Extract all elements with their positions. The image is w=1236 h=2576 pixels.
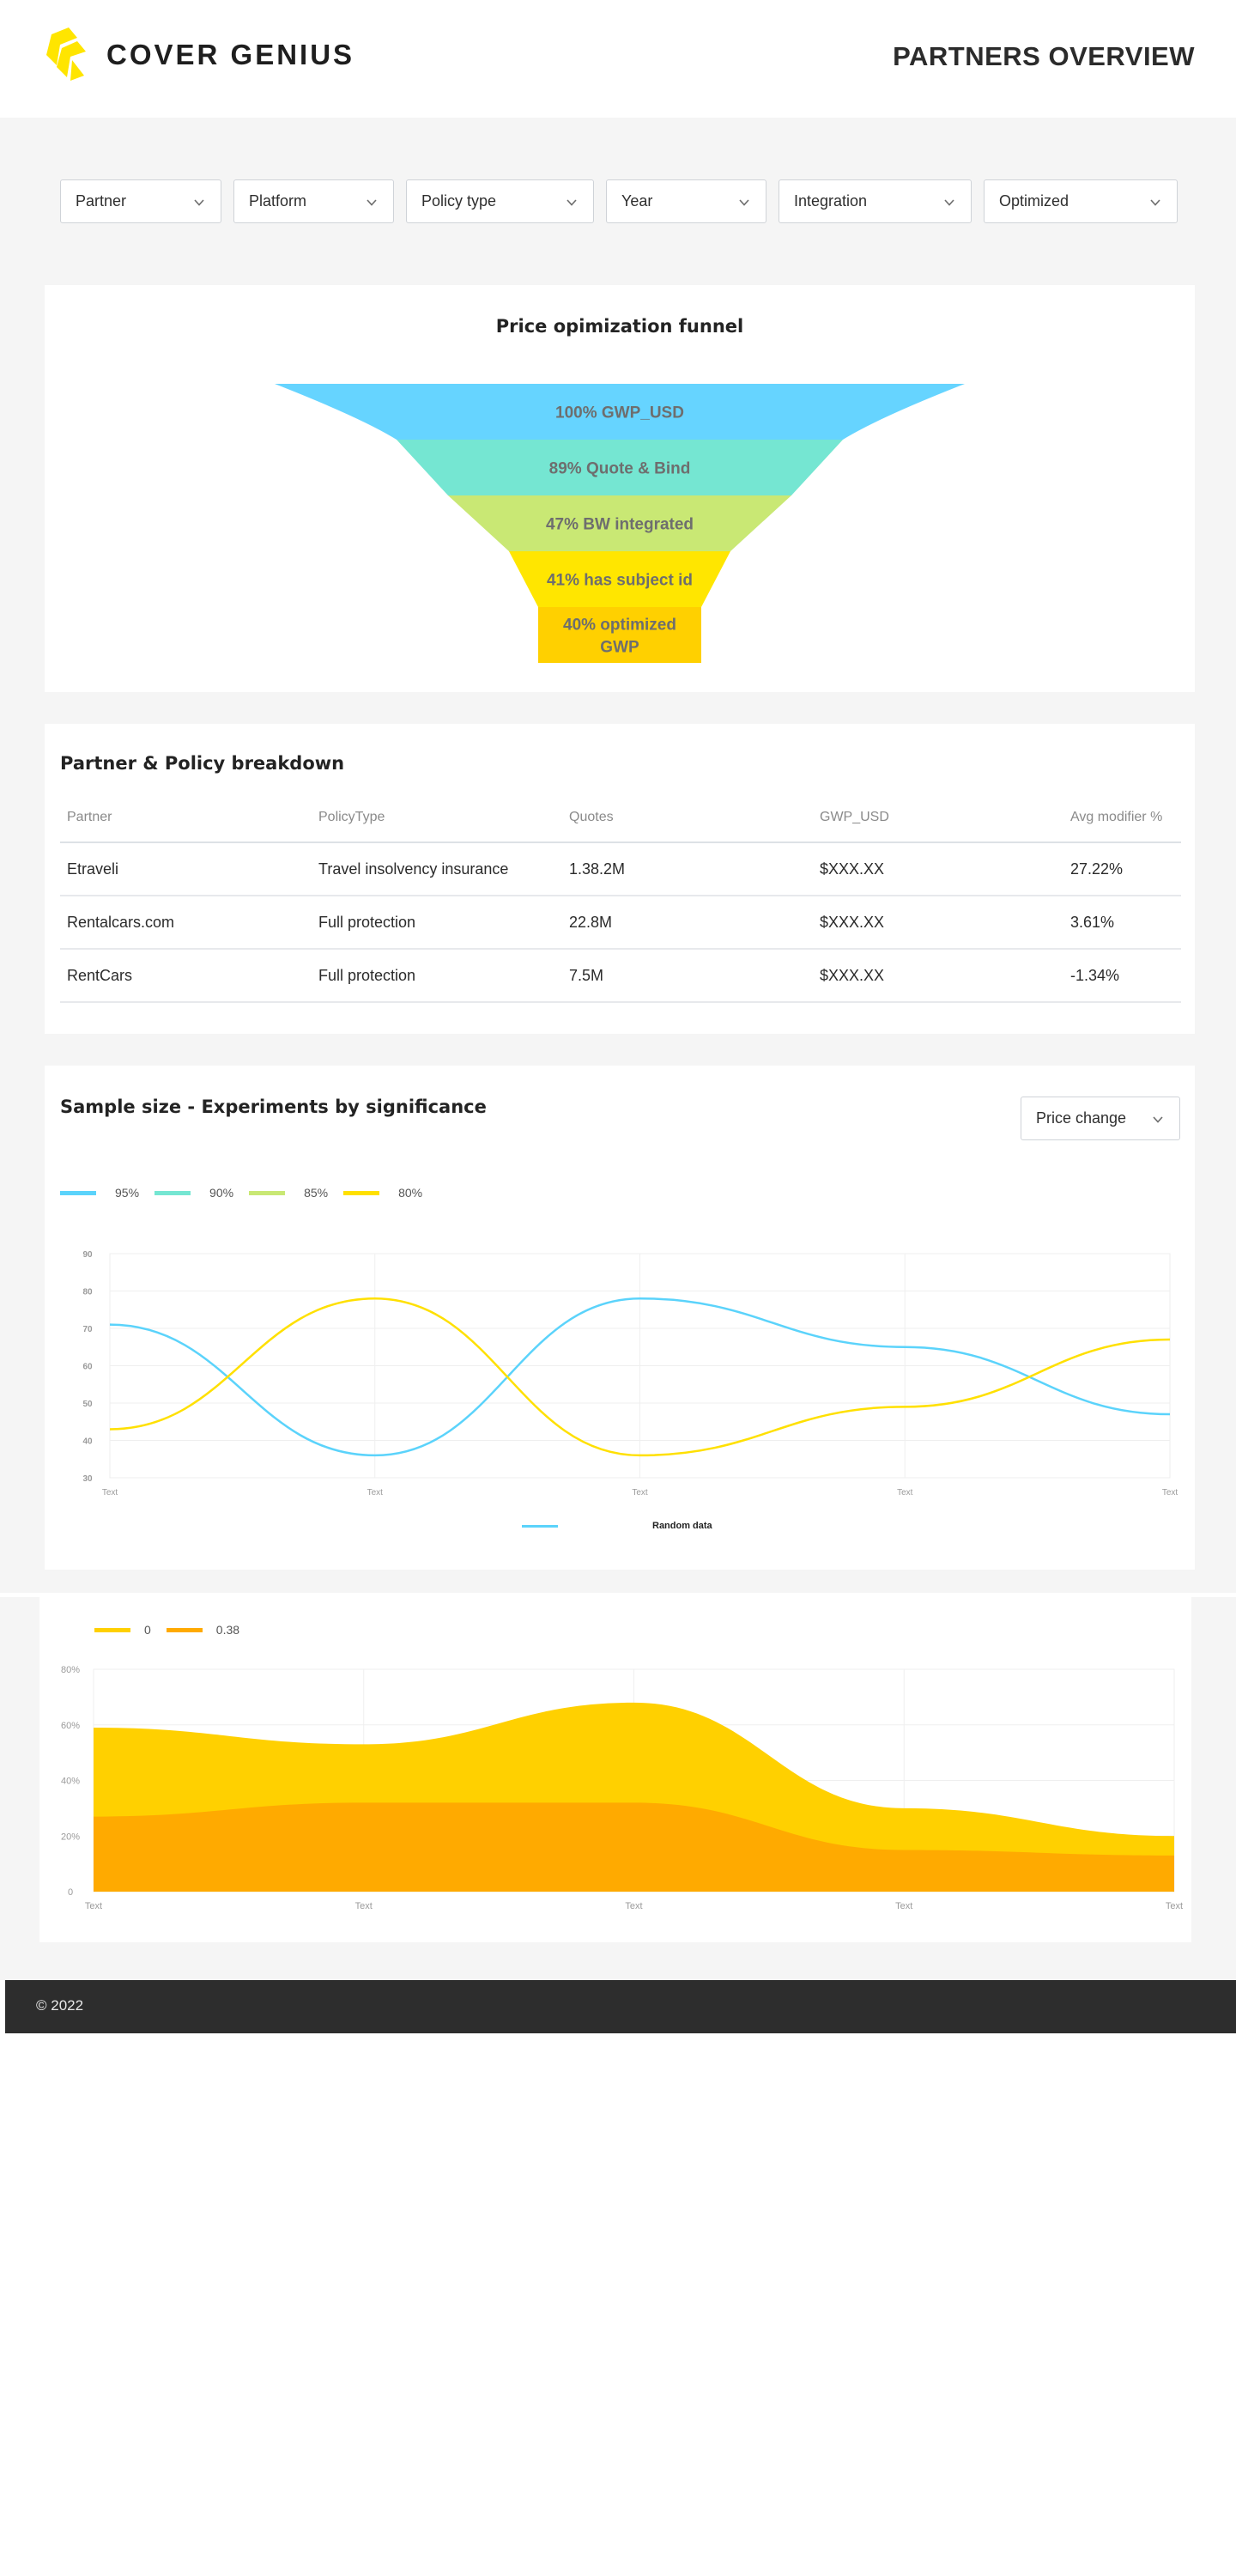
funnel-stage-label: 40% optimized [563,617,676,635]
y-tick-label: 70 [82,1325,93,1334]
policy-type-cell: Travel insolvency insurance [312,842,562,896]
policy-type-cell: Full protection [312,896,562,950]
column-header[interactable]: Partner [60,793,312,843]
y-tick-label: 20% [61,1832,80,1842]
significance-card: Sample size - Experiments by significanc… [45,1066,1195,1570]
filter-label: Integration [794,192,868,210]
chevron-down-icon [738,195,750,207]
y-tick-label: 80% [61,1665,80,1675]
y-tick-label: 90 [82,1250,93,1260]
filter-label: Platform [249,192,307,210]
filter-label: Policy type [421,192,497,210]
table-row[interactable]: Rentalcars.com Full protection 22.8M $XX… [60,896,1181,950]
quotes-cell: 7.5M [562,949,813,1003]
breakdown-table: Partner PolicyType Quotes GWP_USD Avg mo… [60,793,1181,1003]
stacked-area-chart: 0 20% 40% 60% 80% Text Text Text Text Text [61,1665,1183,1911]
x-tick-label: Text [367,1488,384,1498]
avg-modifier-cell: -1.34% [1063,949,1181,1003]
partner-cell: Etraveli [60,842,312,896]
footer: © 2022 [5,1980,1236,2033]
y-tick-label: 0 [68,1887,73,1898]
column-header[interactable]: Avg modifier % [1063,793,1181,843]
funnel-stage-label: 47% BW integrated [546,516,694,534]
quotes-cell: 22.8M [562,896,813,950]
breakdown-card: Partner & Policy breakdown Partner Polic… [45,724,1195,1034]
partner-filter[interactable]: Partner [60,179,221,223]
y-tick-label: 60 [82,1363,93,1372]
legend-label: Random data [652,1521,712,1531]
y-tick-label: 80 [82,1288,93,1297]
policy-type-cell: Full protection [312,949,562,1003]
brand-logo[interactable]: COVER GENIUS [43,27,354,82]
x-tick-label: Text [85,1901,102,1911]
page: COVER GENIUS PARTNERS OVERVIEW Partner P… [0,0,1236,2576]
funnel-stage-label: 41% has subject id [547,572,693,590]
x-tick-label: Text [895,1901,912,1911]
chevron-down-icon [943,195,955,207]
column-header[interactable]: Quotes [562,793,813,843]
stacked-area-card: 0 0.38 0 20% 40% 60% 80% Text Text Text Text Text [39,1597,1191,1942]
year-filter[interactable]: Year [606,179,766,223]
column-header[interactable]: GWP_USD [813,793,1063,843]
gwp-cell: $XXX.XX [813,949,1063,1003]
column-header[interactable]: PolicyType [312,793,562,843]
legend-swatch [522,1524,558,1528]
y-tick-label: 60% [61,1721,80,1731]
optimized-filter[interactable]: Optimized [984,179,1178,223]
x-tick-label: Text [625,1901,642,1911]
funnel-stage-label: 100% GWP_USD [555,404,684,422]
filter-label: Year [621,192,653,210]
avg-modifier-cell: 27.22% [1063,842,1181,896]
chevron-down-icon [1149,195,1161,207]
breakdown-title: Partner & Policy breakdown [60,753,345,774]
x-tick-label: Text [632,1488,648,1498]
partner-cell: RentCars [60,949,312,1003]
platform-filter[interactable]: Platform [233,179,394,223]
x-tick-label: Text [355,1901,373,1911]
x-tick-label: Text [1166,1901,1183,1911]
cover-genius-logo-icon [46,27,86,81]
filter-label: Optimized [999,192,1069,210]
significance-line-chart: 30 40 50 60 70 80 90 Text Text Text Text Text [82,1250,1178,1498]
x-tick-label: Text [102,1488,118,1498]
page-title: PARTNERS OVERVIEW [893,41,1195,71]
random-data-legend: Random data [522,1521,712,1531]
x-tick-label: Text [1162,1488,1178,1498]
header: COVER GENIUS PARTNERS OVERVIEW [0,0,1236,118]
policy-type-filter[interactable]: Policy type [406,179,594,223]
quotes-cell: 1.38.2M [562,842,813,896]
funnel-stage-label: GWP [600,639,639,657]
funnel-chart: 100% GWP_USD 89% Quote & Bind 47% BW integ… [275,384,965,663]
partner-cell: Rentalcars.com [60,896,312,950]
integration-filter[interactable]: Integration [779,179,972,223]
x-tick-label: Text [897,1488,913,1498]
y-tick-label: 50 [82,1400,93,1409]
chevron-down-icon [366,195,378,207]
brand-name: COVER GENIUS [106,39,355,70]
funnel-card: Price opimization funnel 100% GWP_USD 89%… [45,285,1195,692]
y-tick-label: 40 [82,1437,93,1447]
copyright: © 2022 [36,1997,84,2014]
gwp-cell: $XXX.XX [813,896,1063,950]
chevron-down-icon [566,195,578,207]
table-row[interactable]: RentCars Full protection 7.5M $XXX.XX -1… [60,949,1181,1003]
chevron-down-icon [193,195,205,207]
y-tick-label: 40% [61,1777,80,1787]
filter-bar: Partner Platform Policy type Year Integr… [60,179,1178,223]
filter-label: Partner [76,192,127,210]
y-tick-label: 30 [82,1474,93,1484]
table-row[interactable]: Etraveli Travel insolvency insurance 1.3… [60,842,1181,896]
table-header-row: Partner PolicyType Quotes GWP_USD Avg mo… [60,793,1181,843]
avg-modifier-cell: 3.61% [1063,896,1181,950]
funnel-stage-label: 89% Quote & Bind [549,460,691,478]
gwp-cell: $XXX.XX [813,842,1063,896]
